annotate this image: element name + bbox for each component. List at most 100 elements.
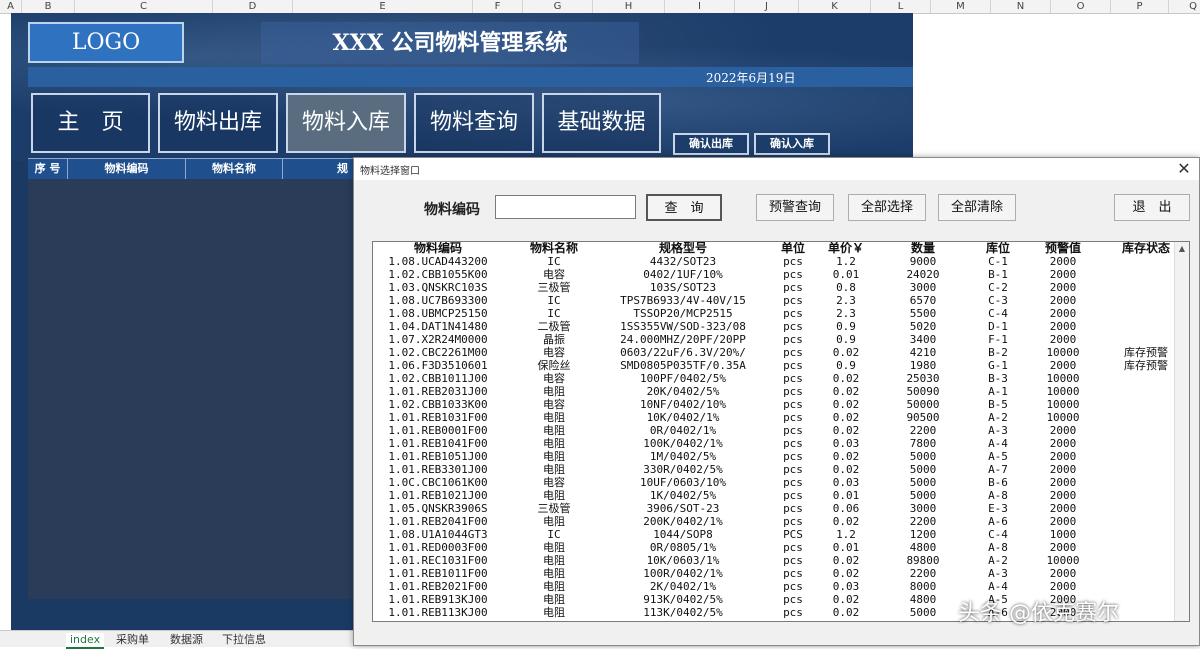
cell-alert-value: 1000: [1049, 528, 1077, 541]
list-item[interactable]: 1.08.U1A1044GT3 IC 1044/SOP8 PCS 1.2 1200 C-4 1…: [373, 528, 1173, 541]
column-letter[interactable]: L: [871, 0, 931, 13]
cell-code: 1.01.REB1041F00: [388, 437, 488, 450]
nav-inbound-button[interactable]: 物料入库: [286, 93, 406, 153]
cell-name: IC: [547, 294, 561, 307]
confirm-outbound-button[interactable]: 确认出库: [673, 133, 749, 155]
list-item[interactable]: 1.01.REB2031J00 电阻 20K/0402/5% pcs 0.02 50090…: [373, 385, 1173, 398]
list-item[interactable]: 1.02.CBB1011J00 电容 100PF/0402/5% pcs 0.02 250…: [373, 372, 1173, 385]
column-letter[interactable]: P: [1111, 0, 1169, 13]
column-letter[interactable]: B: [22, 0, 75, 13]
cell-price: 0.02: [832, 554, 860, 567]
sheet-tab-purchase[interactable]: 采购单: [112, 633, 153, 647]
list-header-spec: 规格型号: [658, 241, 707, 255]
list-item[interactable]: 1.08.UBMCP25150 IC TSSOP20/MCP2515 pcs 2.3 55…: [373, 307, 1173, 320]
column-letter[interactable]: O: [1051, 0, 1111, 13]
cell-unit: pcs: [783, 489, 803, 502]
column-letter[interactable]: D: [213, 0, 293, 13]
list-item[interactable]: 1.06.F3D3510601 保险丝 SMD0805P035TF/0.35A pcs…: [373, 359, 1173, 372]
clear-all-button[interactable]: 全部清除: [938, 194, 1016, 221]
list-item[interactable]: 1.0C.CBC1061K00 电容 10UF/0603/10% pcs 0.03 500…: [373, 476, 1173, 489]
cell-name: 三极管: [537, 502, 571, 515]
dialog-titlebar[interactable]: 物料选择窗口 ✕: [354, 158, 1199, 180]
list-item[interactable]: 1.05.QNSKR3906S 三极管 3906/SOT-23 pcs 0.06 3000…: [373, 502, 1173, 515]
list-item[interactable]: 1.08.UCAD443200 IC 4432/SOT23 pcs 1.2 9000 C-1…: [373, 255, 1173, 268]
cell-code: 1.06.F3D3510601: [388, 359, 488, 372]
material-listbox[interactable]: 物料编码 物料名称 规格型号 单位 单价￥ 数量 库位 预警值 库存状态 1.08.UCAD443…: [372, 241, 1190, 622]
cell-location: A-3: [988, 424, 1008, 437]
cell-name: 电阻: [543, 541, 565, 554]
list-item[interactable]: 1.01.REB1041F00 电阻 100K/0402/1% pcs 0.03 7800…: [373, 437, 1173, 450]
sheet-tab-datasource[interactable]: 数据源: [166, 633, 207, 647]
cell-alert-value: 10000: [1046, 554, 1080, 567]
exit-button[interactable]: 退 出: [1114, 194, 1190, 221]
column-letter[interactable]: I: [665, 0, 735, 13]
list-item[interactable]: 1.02.CBB1033K00 电容 10NF/0402/10% pcs 0.02 500…: [373, 398, 1173, 411]
list-item[interactable]: 1.02.CBC2261M00 电容 0603/22uF/6.3V/20%/ pcs 0…: [373, 346, 1173, 359]
list-item[interactable]: 1.01.REB0001F00 电阻 0R/0402/1% pcs 0.02 2200 A-…: [373, 424, 1173, 437]
cell-unit: pcs: [783, 606, 803, 619]
column-letter[interactable]: F: [473, 0, 523, 13]
cell-alert-value: 2000: [1049, 437, 1077, 450]
cell-price: 0.02: [832, 372, 860, 385]
cell-code: 1.01.REB2041F00: [388, 515, 488, 528]
confirm-inbound-button[interactable]: 确认入库: [754, 133, 830, 155]
list-item[interactable]: 1.02.CBB1055K00 电容 0402/1UF/10% pcs 0.01 2402…: [373, 268, 1173, 281]
cell-unit: pcs: [783, 476, 803, 489]
cell-unit: pcs: [783, 268, 803, 281]
column-letter[interactable]: M: [931, 0, 991, 13]
cell-qty: 2200: [909, 424, 937, 437]
column-letter[interactable]: G: [523, 0, 593, 13]
column-letter[interactable]: H: [593, 0, 665, 13]
cell-unit: pcs: [783, 359, 803, 372]
cell-alert-value: 2000: [1049, 255, 1077, 268]
cell-location: A-3: [988, 567, 1008, 580]
list-item[interactable]: 1.01.REC1031F00 电阻 10K/0603/1% pcs 0.02 89800…: [373, 554, 1173, 567]
alert-query-button[interactable]: 预警查询: [756, 194, 834, 221]
cell-code: 1.04.DAT1N41480: [388, 320, 488, 333]
cell-location: A-6: [988, 515, 1008, 528]
dialog-title: 物料选择窗口: [360, 166, 420, 177]
cell-code: 1.08.UC7B693300: [388, 294, 488, 307]
sheet-tab-dropdown[interactable]: 下拉信息: [218, 633, 270, 647]
column-letter[interactable]: Q: [1169, 0, 1200, 13]
cell-spec: 10NF/0402/10%: [639, 398, 727, 411]
list-item[interactable]: 1.01.REB1031F00 电阻 10K/0402/1% pcs 0.02 90500…: [373, 411, 1173, 424]
list-item[interactable]: 1.07.X2R24M0000 晶振 24.000MHZ/20PF/20PP pcs 0…: [373, 333, 1173, 346]
nav-basedata-button[interactable]: 基础数据: [542, 93, 661, 153]
list-item[interactable]: 1.04.DAT1N41480 二极管 1SS355VW/SOD-323/08 pcs…: [373, 320, 1173, 333]
sheet-tab-index[interactable]: index: [66, 633, 105, 649]
list-item[interactable]: 1.01.REB1051J00 电阻 1M/0402/5% pcs 0.02 5000 A-…: [373, 450, 1173, 463]
nav-query-button[interactable]: 物料查询: [414, 93, 534, 153]
list-item[interactable]: 1.01.REB1011F00 电阻 100R/0402/1% pcs 0.02 2200…: [373, 567, 1173, 580]
list-item[interactable]: 1.08.UC7B693300 IC TPS7B6933/4V-40V/15 pcs 2…: [373, 294, 1173, 307]
cell-price: 0.02: [832, 424, 860, 437]
list-item[interactable]: 1.01.REB2041F00 电阻 200K/0402/1% pcs 0.02 2200…: [373, 515, 1173, 528]
cell-name: 电阻: [543, 606, 565, 619]
list-item[interactable]: 1.01.RED0003F00 电阻 0R/0805/1% pcs 0.01 4800 A-…: [373, 541, 1173, 554]
column-letter[interactable]: J: [735, 0, 799, 13]
vertical-scrollbar[interactable]: ▲: [1174, 242, 1189, 621]
cell-code: 1.02.CBB1033K00: [388, 398, 488, 411]
cell-location: C-4: [988, 528, 1008, 541]
select-all-button[interactable]: 全部选择: [848, 194, 926, 221]
close-icon[interactable]: ✕: [1173, 160, 1195, 178]
list-item[interactable]: 1.01.REB3301J00 电阻 330R/0402/5% pcs 0.02 5000…: [373, 463, 1173, 476]
scroll-up-arrow-icon[interactable]: ▲: [1175, 242, 1189, 256]
list-item[interactable]: 1.01.REB2021F00 电阻 2K/0402/1% pcs 0.03 8000 A-…: [373, 580, 1173, 593]
cell-spec: 200K/0402/1%: [643, 515, 723, 528]
material-code-input[interactable]: [495, 195, 636, 219]
column-letter[interactable]: E: [293, 0, 473, 13]
query-button[interactable]: 查 询: [646, 194, 722, 221]
list-item[interactable]: 1.03.QNSKRC103S 三极管 103S/SOT23 pcs 0.8 3000 C-…: [373, 281, 1173, 294]
nav-outbound-button[interactable]: 物料出库: [158, 93, 278, 153]
list-item[interactable]: 1.01.REB1021J00 电阻 1K/0402/5% pcs 0.01 5000 A-…: [373, 489, 1173, 502]
column-letter[interactable]: N: [991, 0, 1051, 13]
column-letter[interactable]: A: [0, 0, 22, 13]
nav-home-button[interactable]: 主 页: [31, 93, 150, 153]
cell-code: 1.01.REB3301J00: [388, 463, 488, 476]
cell-spec: 100PF/0402/5%: [639, 372, 727, 385]
cell-code: 1.08.U1A1044GT3: [388, 528, 488, 541]
cell-name: IC: [547, 528, 561, 541]
column-letter[interactable]: K: [799, 0, 871, 13]
column-letter[interactable]: C: [75, 0, 213, 13]
